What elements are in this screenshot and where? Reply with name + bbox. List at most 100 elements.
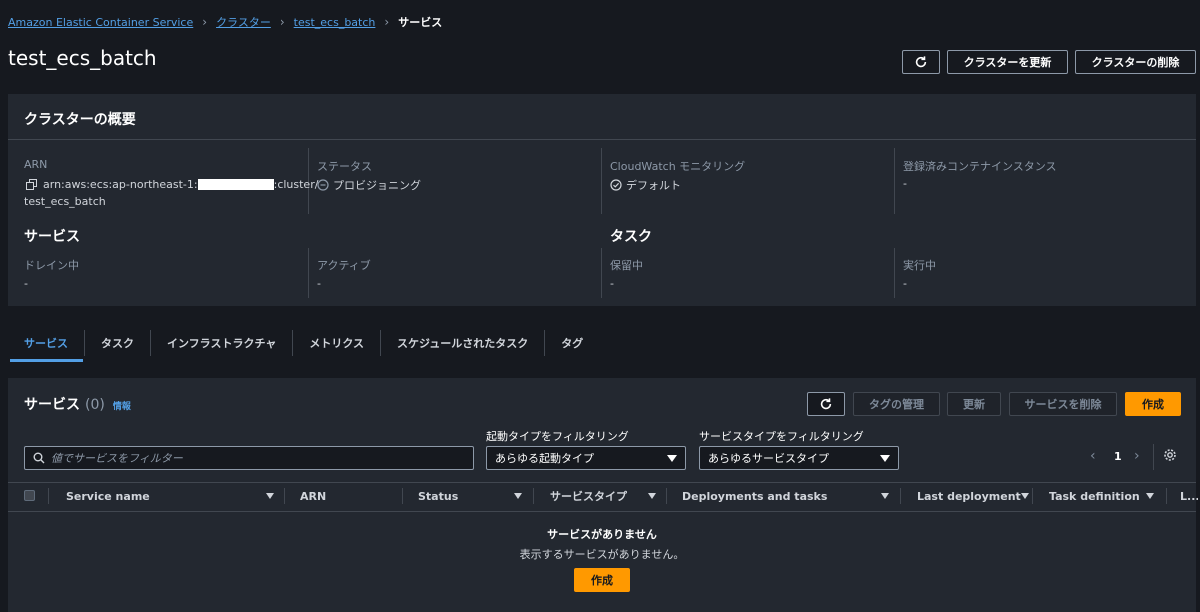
column-label: Status: [418, 489, 459, 503]
column-divider: [894, 148, 895, 214]
page-number[interactable]: 1: [1114, 450, 1122, 463]
service-type-select[interactable]: あらゆるサービスタイプ: [699, 446, 899, 470]
column-header-truncated[interactable]: L...: [1180, 482, 1198, 510]
tab-services[interactable]: サービス: [10, 330, 85, 356]
column-label: Last deployment: [917, 489, 1021, 503]
cloudwatch-text: デフォルト: [626, 179, 681, 192]
arn-line2: test_ecs_batch: [24, 195, 106, 208]
status-text: プロビジョニング: [333, 179, 421, 192]
chevron-left-icon[interactable]: ‹: [1090, 448, 1096, 464]
empty-state-message: 表示するサービスがありません。: [519, 548, 685, 561]
cluster-overview-body: ARN arn:aws:ecs:ap-northeast-1: :cluster…: [8, 140, 1196, 306]
breadcrumb-cluster-link[interactable]: test_ecs_batch: [294, 16, 376, 29]
cloudwatch-label: CloudWatch モニタリング: [610, 160, 746, 173]
arn-account-redaction: [197, 179, 274, 190]
service-search-input[interactable]: 値でサービスをフィルター: [24, 446, 474, 470]
refresh-button[interactable]: [902, 50, 940, 74]
tab-metrics[interactable]: メトリクス: [293, 330, 382, 356]
empty-state-create-button[interactable]: 作成: [574, 568, 630, 592]
column-divider: [1032, 488, 1033, 504]
column-label: Deployments and tasks: [682, 489, 828, 503]
launch-type-filter-label: 起動タイプをフィルタリング: [486, 430, 629, 443]
chevron-right-icon: ›: [384, 15, 390, 29]
chevron-right-icon: ›: [279, 15, 285, 29]
column-divider: [1166, 488, 1167, 504]
column-header-status[interactable]: Status: [418, 482, 522, 510]
check-circle-icon: [610, 179, 622, 191]
service-type-filter-label: サービスタイプをフィルタリング: [699, 430, 864, 443]
manage-tags-button[interactable]: タグの管理: [853, 392, 940, 416]
services-title: サービス: [24, 397, 80, 413]
breadcrumb: Amazon Elastic Container Service › クラスター…: [8, 14, 442, 30]
update-cluster-button[interactable]: クラスターを更新: [947, 50, 1068, 74]
draining-value: -: [24, 277, 28, 290]
settings-gear-icon[interactable]: [1163, 448, 1177, 465]
arn-line1-suffix: :cluster/: [273, 178, 319, 191]
status-label: ステータス: [317, 160, 372, 173]
sort-caret-icon: [266, 493, 274, 499]
sort-caret-icon: [1146, 493, 1154, 499]
services-count: (0): [85, 397, 105, 413]
cluster-overview-title: クラスターの概要: [24, 112, 136, 128]
launch-type-select-value: あらゆる起動タイプ: [495, 452, 594, 465]
column-header-last-deployment[interactable]: Last deployment: [917, 482, 1029, 510]
search-placeholder: 値でサービスをフィルター: [51, 452, 183, 465]
column-divider: [900, 488, 901, 504]
column-divider: [402, 488, 403, 504]
page-title: test_ecs_batch: [8, 46, 157, 70]
breadcrumb-clusters-link[interactable]: クラスター: [216, 14, 271, 30]
copy-icon[interactable]: [26, 179, 37, 190]
breadcrumb-ecs-link[interactable]: Amazon Elastic Container Service: [8, 16, 193, 29]
chevron-right-icon[interactable]: ›: [1134, 448, 1140, 464]
active-value: -: [317, 277, 321, 290]
create-service-button[interactable]: 作成: [1125, 392, 1181, 416]
column-divider: [894, 248, 895, 298]
instances-label: 登録済みコンテナインスタンス: [903, 160, 1057, 173]
running-label: 実行中: [903, 259, 936, 272]
instances-value: -: [903, 177, 907, 190]
caret-down-icon: [667, 454, 677, 462]
update-service-button[interactable]: 更新: [947, 392, 1001, 416]
breadcrumb-current: サービス: [398, 16, 443, 29]
sort-caret-icon: [514, 493, 522, 499]
column-header-service-type[interactable]: サービスタイプ: [550, 482, 656, 510]
column-label: サービスタイプ: [550, 490, 627, 503]
cloudwatch-value: デフォルト: [610, 177, 681, 193]
active-label: アクティブ: [317, 259, 371, 272]
column-header-task-definition[interactable]: Task definition: [1049, 482, 1154, 510]
column-divider: [601, 248, 602, 298]
caret-down-icon: [880, 454, 890, 462]
search-icon: [33, 452, 45, 464]
pending-label: 保留中: [610, 259, 643, 272]
delete-service-button[interactable]: サービスを削除: [1009, 392, 1117, 416]
tab-bar: サービス タスク インフラストラクチャ メトリクス スケジュールされたタスク タ…: [10, 330, 599, 356]
empty-state-title: サービスがありません: [547, 528, 657, 541]
column-header-service-name[interactable]: Service name: [66, 482, 274, 510]
column-divider: [666, 488, 667, 504]
column-header-deployments[interactable]: Deployments and tasks: [682, 482, 889, 510]
delete-cluster-button[interactable]: クラスターの削除: [1075, 50, 1196, 74]
pending-icon: [317, 179, 329, 191]
draining-label: ドレイン中: [24, 259, 79, 272]
select-all-checkbox[interactable]: [24, 490, 35, 501]
column-header-arn[interactable]: ARN: [300, 482, 390, 510]
cluster-overview-header: クラスターの概要: [8, 94, 1196, 140]
running-value: -: [903, 277, 907, 290]
arn-value: arn:aws:ecs:ap-northeast-1: :cluster/: [26, 178, 318, 191]
service-type-select-value: あらゆるサービスタイプ: [708, 452, 829, 465]
column-label: L...: [1180, 489, 1198, 503]
tab-infrastructure[interactable]: インフラストラクチャ: [151, 330, 294, 356]
sort-caret-icon: [881, 493, 889, 499]
info-link[interactable]: 情報: [113, 399, 131, 412]
arn-label: ARN: [24, 158, 48, 171]
services-header: サービス (0) 情報: [24, 394, 131, 414]
services-refresh-button[interactable]: [807, 392, 845, 416]
tab-scheduled-tasks[interactable]: スケジュールされたタスク: [381, 330, 546, 356]
tab-tasks[interactable]: タスク: [85, 330, 151, 356]
tab-tags[interactable]: タグ: [545, 330, 599, 356]
chevron-right-icon: ›: [202, 15, 208, 29]
column-label: ARN: [300, 489, 327, 503]
launch-type-select[interactable]: あらゆる起動タイプ: [486, 446, 686, 470]
column-label: Task definition: [1049, 489, 1140, 503]
column-divider: [533, 488, 534, 504]
